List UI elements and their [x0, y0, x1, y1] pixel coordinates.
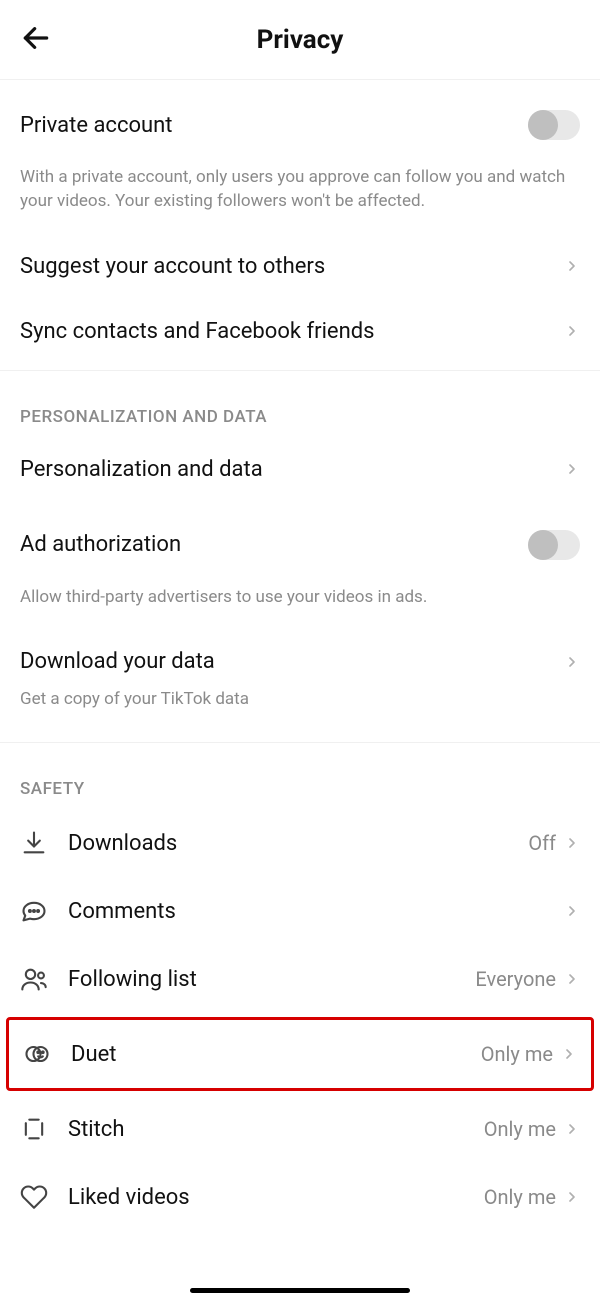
safety-downloads-row[interactable]: Downloads Off	[0, 809, 600, 877]
sync-contacts-row[interactable]: Sync contacts and Facebook friends	[0, 299, 600, 364]
safety-duet-row[interactable]: Duet Only me	[9, 1020, 591, 1088]
ad-authorization-label: Ad authorization	[20, 532, 528, 557]
heart-icon	[20, 1183, 48, 1211]
sync-contacts-label: Sync contacts and Facebook friends	[20, 319, 564, 344]
chevron-right-icon	[564, 323, 580, 339]
back-button[interactable]	[20, 22, 52, 58]
safety-liked-value: Only me	[484, 1185, 556, 1209]
chevron-right-icon	[564, 258, 580, 274]
chevron-right-icon	[564, 903, 580, 919]
download-data-label: Download your data	[20, 649, 564, 674]
chevron-right-icon	[564, 835, 580, 851]
toggle-knob	[528, 110, 558, 140]
privacy-settings-screen: Privacy Private account With a private a…	[0, 0, 600, 1301]
ad-authorization-toggle[interactable]	[528, 530, 580, 560]
suggest-account-label: Suggest your account to others	[20, 254, 564, 279]
safety-comments-label: Comments	[68, 899, 176, 924]
home-indicator[interactable]	[190, 1288, 410, 1293]
divider	[0, 370, 600, 371]
chevron-right-icon	[564, 971, 580, 987]
chevron-right-icon	[564, 1189, 580, 1205]
duet-highlight: Duet Only me	[6, 1017, 594, 1091]
safety-stitch-label: Stitch	[68, 1117, 124, 1142]
safety-following-label: Following list	[68, 967, 197, 992]
toggle-knob	[528, 530, 558, 560]
safety-duet-value: Only me	[481, 1042, 553, 1066]
safety-downloads-value: Off	[528, 831, 556, 855]
chevron-right-icon	[564, 654, 580, 670]
private-account-label: Private account	[20, 113, 528, 138]
ad-authorization-row: Ad authorization	[0, 502, 600, 580]
stitch-icon	[20, 1115, 48, 1143]
suggest-account-row[interactable]: Suggest your account to others	[0, 226, 600, 299]
safety-liked-row[interactable]: Liked videos Only me	[0, 1163, 600, 1231]
chevron-right-icon	[564, 1121, 580, 1137]
download-data-row[interactable]: Download your data	[0, 621, 600, 682]
private-account-desc: With a private account, only users you a…	[0, 166, 600, 226]
section-header-safety: SAFETY	[0, 749, 600, 809]
divider	[0, 742, 600, 743]
safety-downloads-label: Downloads	[68, 831, 177, 856]
section-header-personalization: PERSONALIZATION AND DATA	[0, 377, 600, 437]
duet-icon	[23, 1040, 51, 1068]
personalization-row[interactable]: Personalization and data	[0, 437, 600, 502]
safety-following-value: Everyone	[475, 967, 556, 991]
safety-stitch-row[interactable]: Stitch Only me	[0, 1095, 600, 1163]
content: Private account With a private account, …	[0, 80, 600, 1231]
safety-comments-row[interactable]: Comments	[0, 877, 600, 945]
private-account-row: Private account	[0, 90, 600, 160]
header: Privacy	[0, 0, 600, 80]
download-data-desc: Get a copy of your TikTok data	[0, 688, 600, 724]
people-icon	[20, 965, 48, 993]
ad-authorization-desc: Allow third-party advertisers to use you…	[0, 586, 600, 622]
arrow-left-icon	[20, 22, 52, 54]
safety-stitch-value: Only me	[484, 1117, 556, 1141]
safety-duet-label: Duet	[71, 1042, 116, 1067]
safety-liked-label: Liked videos	[68, 1185, 190, 1210]
chevron-right-icon	[561, 1046, 577, 1062]
safety-following-row[interactable]: Following list Everyone	[0, 945, 600, 1013]
download-icon	[20, 829, 48, 857]
page-title: Privacy	[257, 25, 344, 55]
private-account-toggle[interactable]	[528, 110, 580, 140]
chevron-right-icon	[564, 461, 580, 477]
comment-icon	[20, 897, 48, 925]
personalization-label: Personalization and data	[20, 457, 564, 482]
